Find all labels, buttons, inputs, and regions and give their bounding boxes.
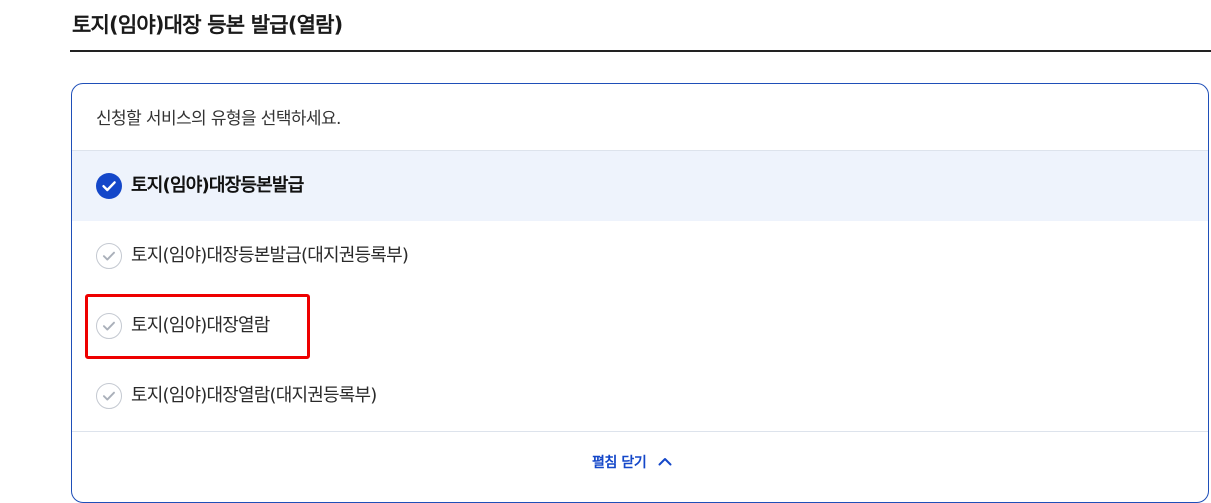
option-label: 토지(임야)대장열람	[131, 315, 270, 336]
collapse-button[interactable]: 펼침 닫기	[592, 449, 674, 475]
check-circle-icon	[96, 173, 122, 199]
chevron-up-icon	[656, 453, 674, 471]
service-type-panel: 신청할 서비스의 유형을 선택하세요. 토지(임야)대장등본발급 토지(임야)대…	[71, 83, 1209, 503]
option-land-register-view-site-rights[interactable]: 토지(임야)대장열람(대지권등록부)	[72, 361, 1208, 431]
option-label: 토지(임야)대장등본발급	[131, 175, 304, 196]
panel-footer: 펼침 닫기	[72, 431, 1208, 493]
panel-header: 신청할 서비스의 유형을 선택하세요.	[72, 84, 1208, 151]
title-divider	[70, 50, 1211, 52]
option-land-register-view[interactable]: 토지(임야)대장열람	[72, 291, 1208, 361]
option-label: 토지(임야)대장열람(대지권등록부)	[131, 385, 377, 406]
option-land-register-certificate-site-rights[interactable]: 토지(임야)대장등본발급(대지권등록부)	[72, 221, 1208, 291]
option-label: 토지(임야)대장등본발급(대지권등록부)	[131, 245, 409, 266]
collapse-label: 펼침 닫기	[592, 455, 647, 471]
check-circle-icon	[96, 313, 122, 339]
option-land-register-certificate[interactable]: 토지(임야)대장등본발급	[72, 151, 1208, 221]
check-circle-icon	[96, 383, 122, 409]
page-title: 토지(임야)대장 등본 발급(열람)	[72, 13, 343, 37]
panel-instruction: 신청할 서비스의 유형을 선택하세요.	[96, 109, 341, 129]
check-circle-icon	[96, 243, 122, 269]
